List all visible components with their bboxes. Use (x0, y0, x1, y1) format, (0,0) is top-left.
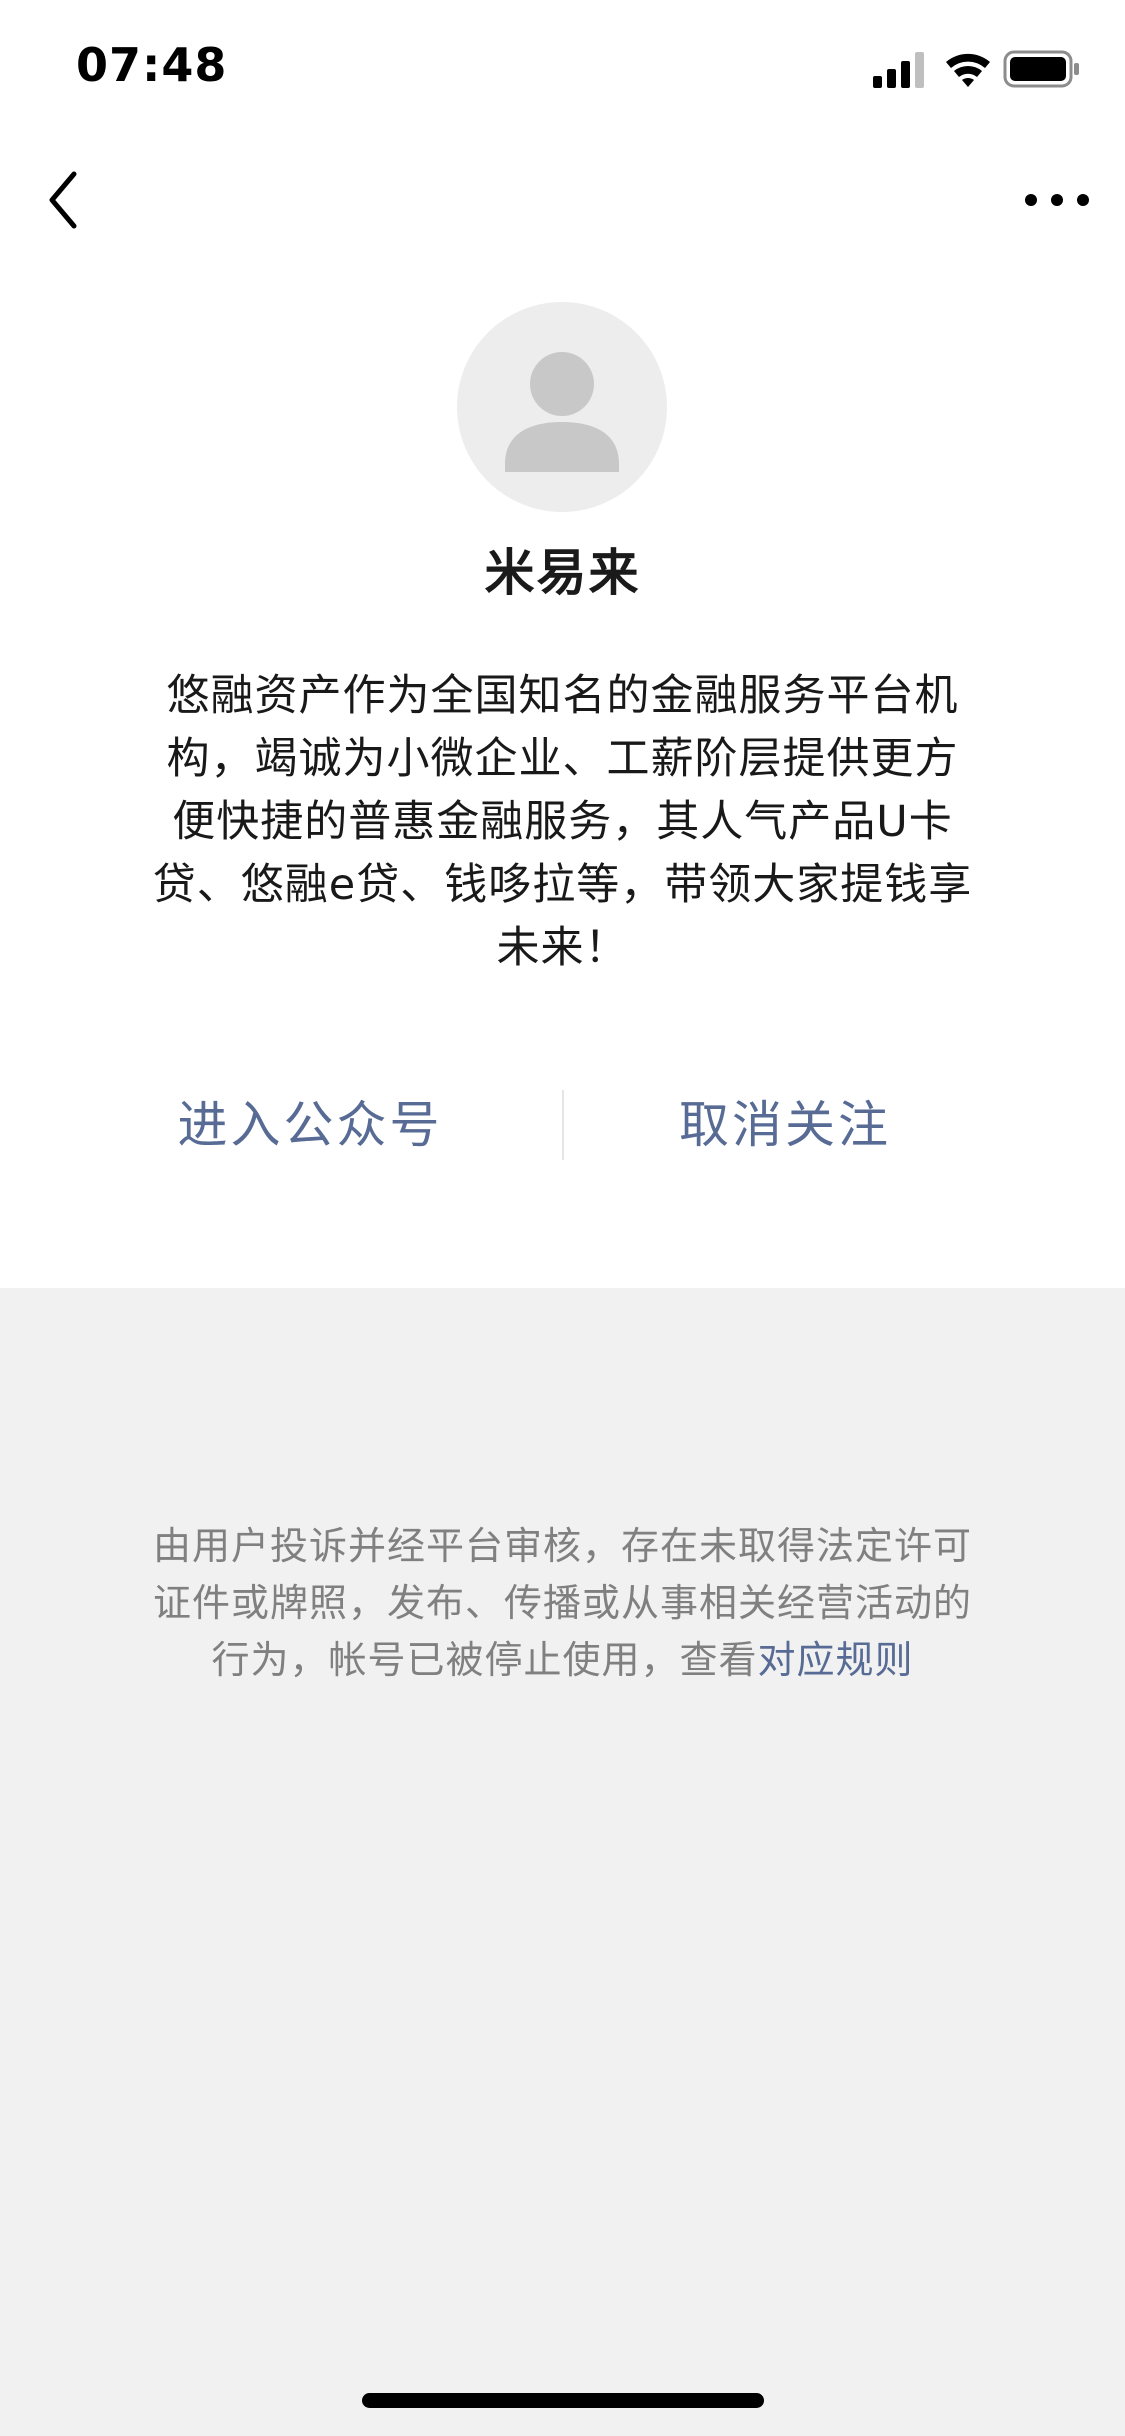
more-button[interactable] (1017, 170, 1097, 230)
wifi-icon (946, 53, 990, 87)
suspension-notice: 由用户投诉并经平台审核，存在未取得法定许可证件或牌照，发布、传播或从事相关经营活… (150, 1518, 975, 1689)
profile-card: 米易来 悠融资产作为全国知名的金融服务平台机构，竭诚为小微企业、工薪阶层提供更方… (0, 255, 1125, 1288)
cellular-signal-icon (873, 52, 924, 88)
avatar (457, 302, 667, 512)
status-icons (873, 50, 1079, 88)
more-dots-icon (1025, 194, 1089, 206)
account-name: 米易来 (484, 544, 641, 602)
home-indicator[interactable] (362, 2393, 764, 2408)
nav-bar (0, 140, 1125, 255)
action-row: 进入公众号 取消关注 (0, 1065, 1125, 1185)
battery-icon (1003, 50, 1079, 88)
status-time: 07:48 (76, 38, 228, 92)
rules-link[interactable]: 对应规则 (758, 1638, 914, 1682)
enter-account-button[interactable]: 进入公众号 (120, 1065, 500, 1185)
chevron-left-icon (49, 171, 77, 229)
account-description: 悠融资产作为全国知名的金融服务平台机构，竭诚为小微企业、工薪阶层提供更方便快捷的… (152, 671, 973, 973)
back-button[interactable] (30, 160, 100, 240)
status-bar: 07:48 (0, 0, 1125, 140)
unfollow-button[interactable]: 取消关注 (595, 1065, 975, 1185)
action-divider (562, 1090, 564, 1160)
default-avatar-icon (505, 352, 619, 472)
